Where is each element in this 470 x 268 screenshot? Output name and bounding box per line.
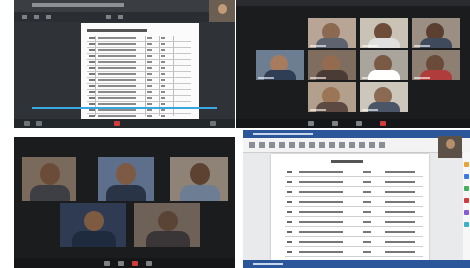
share-icon[interactable] bbox=[356, 121, 362, 126]
table-row bbox=[285, 248, 423, 257]
end-call-icon[interactable] bbox=[380, 121, 386, 126]
table-row bbox=[285, 198, 423, 207]
shared-document-page bbox=[81, 23, 199, 120]
toolbar-icon[interactable] bbox=[359, 142, 365, 148]
toolbar-icon[interactable] bbox=[379, 142, 385, 148]
more-icon[interactable] bbox=[146, 261, 152, 266]
toolbar-icon[interactable] bbox=[349, 142, 355, 148]
participant-tile[interactable] bbox=[360, 18, 408, 48]
app-icon[interactable] bbox=[464, 198, 469, 203]
toolbar-icon[interactable] bbox=[106, 15, 111, 19]
table-row bbox=[285, 168, 423, 177]
toolbar-icon[interactable] bbox=[339, 142, 345, 148]
presentation-progress-bar[interactable] bbox=[32, 107, 217, 109]
window-titlebar bbox=[14, 0, 235, 12]
table-row bbox=[285, 228, 423, 237]
viewer-toolbar bbox=[14, 12, 235, 22]
participant-tile[interactable] bbox=[308, 18, 356, 48]
participant-tile[interactable] bbox=[170, 157, 228, 201]
mic-icon[interactable] bbox=[104, 261, 110, 266]
participant-tile[interactable] bbox=[256, 50, 304, 80]
participant-thumbnail[interactable] bbox=[209, 0, 235, 22]
participant-tile[interactable] bbox=[98, 157, 154, 201]
toolbar-icon[interactable] bbox=[319, 142, 325, 148]
toolbar-icon[interactable] bbox=[269, 142, 275, 148]
toolbar-icon[interactable] bbox=[369, 142, 375, 148]
video-grid-panel-bottom bbox=[14, 137, 235, 268]
document-header bbox=[331, 160, 363, 163]
participant-tile[interactable] bbox=[412, 50, 460, 80]
toolbar-icon[interactable] bbox=[329, 142, 335, 148]
camera-icon[interactable] bbox=[36, 121, 42, 126]
meeting-top-bar bbox=[236, 0, 470, 6]
participant-tile[interactable] bbox=[134, 203, 200, 247]
app-icon[interactable] bbox=[464, 186, 469, 191]
meeting-controls bbox=[236, 119, 470, 128]
participant-tile[interactable] bbox=[308, 82, 356, 112]
participant-tile[interactable] bbox=[360, 50, 408, 80]
toolbar-icon[interactable] bbox=[22, 15, 27, 19]
toolbar-icon[interactable] bbox=[249, 142, 255, 148]
toolbar-icon[interactable] bbox=[259, 142, 265, 148]
avatar bbox=[218, 4, 227, 14]
participant-tile[interactable] bbox=[412, 18, 460, 48]
camera-icon[interactable] bbox=[118, 261, 124, 266]
toolbar-icon[interactable] bbox=[46, 15, 51, 19]
toolbar-icon[interactable] bbox=[299, 142, 305, 148]
app-sidebar bbox=[463, 152, 470, 260]
video-grid-panel-top bbox=[236, 0, 470, 128]
window-title bbox=[253, 133, 313, 135]
toolbar-icon[interactable] bbox=[34, 15, 39, 19]
document-page bbox=[271, 154, 429, 264]
participant-tile[interactable] bbox=[308, 50, 356, 80]
participant-tile[interactable] bbox=[60, 203, 126, 247]
window-titlebar bbox=[243, 130, 470, 138]
status-bar bbox=[243, 260, 470, 268]
screen-share-panel bbox=[14, 0, 235, 128]
toolbar-icon[interactable] bbox=[279, 142, 285, 148]
word-document-panel bbox=[243, 130, 470, 268]
more-icon[interactable] bbox=[210, 121, 216, 126]
table-row bbox=[285, 238, 423, 247]
participant-tile[interactable] bbox=[22, 157, 76, 201]
toolbar-icon[interactable] bbox=[118, 15, 123, 19]
table-row bbox=[285, 218, 423, 227]
participant-thumbnail[interactable] bbox=[438, 136, 462, 158]
meeting-controls bbox=[14, 119, 235, 128]
end-call-icon[interactable] bbox=[132, 261, 138, 266]
table-row bbox=[285, 178, 423, 187]
camera-icon[interactable] bbox=[332, 121, 338, 126]
app-icon[interactable] bbox=[464, 174, 469, 179]
table-row bbox=[285, 208, 423, 217]
document-header bbox=[87, 29, 147, 32]
window-title bbox=[32, 3, 124, 7]
app-icon[interactable] bbox=[464, 222, 469, 227]
end-call-icon[interactable] bbox=[114, 121, 120, 126]
app-icon[interactable] bbox=[464, 162, 469, 167]
toolbar-icon[interactable] bbox=[289, 142, 295, 148]
ribbon-toolbar bbox=[243, 138, 470, 153]
toolbar-icon[interactable] bbox=[309, 142, 315, 148]
status-text bbox=[253, 263, 283, 265]
avatar bbox=[446, 139, 455, 149]
app-icon[interactable] bbox=[464, 210, 469, 215]
table-row bbox=[285, 188, 423, 197]
mic-icon[interactable] bbox=[308, 121, 314, 126]
mic-icon[interactable] bbox=[24, 121, 30, 126]
meeting-controls bbox=[14, 258, 235, 268]
participant-tile[interactable] bbox=[360, 82, 408, 112]
